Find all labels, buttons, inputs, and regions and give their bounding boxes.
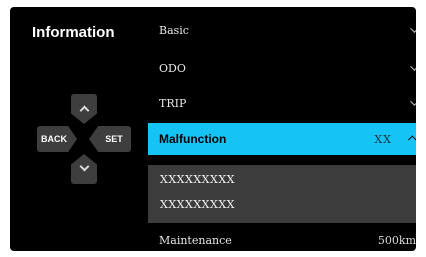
- malfunction-entry: XXXXXXXXX: [160, 198, 235, 211]
- menu-item-odo[interactable]: ODO: [148, 53, 416, 83]
- dpad-down-button[interactable]: [71, 154, 97, 184]
- menu-item-label: Basic: [159, 23, 189, 37]
- menu-item-malfunction[interactable]: Malfunction XX: [148, 123, 416, 155]
- menu-item-label: Maintenance: [159, 233, 232, 247]
- back-button[interactable]: BACK: [37, 126, 77, 152]
- malfunction-count: XX: [374, 132, 392, 146]
- chevron-down-icon: [79, 161, 89, 171]
- menu-item-label: ODO: [159, 61, 186, 75]
- dpad: BACK SET: [37, 94, 133, 186]
- menu-item-label: Malfunction: [159, 132, 227, 146]
- chevron-up-icon: [408, 135, 416, 144]
- malfunction-entry: XXXXXXXXX: [160, 173, 235, 186]
- chevron-up-icon: [79, 105, 89, 115]
- chevron-down-icon: [410, 97, 416, 106]
- chevron-down-icon: [410, 24, 416, 33]
- set-button[interactable]: SET: [89, 126, 131, 152]
- malfunction-list: XXXXXXXXX XXXXXXXXX: [148, 165, 416, 223]
- info-panel: Information BACK SET Basic ODO TRIP Malf…: [10, 7, 416, 251]
- maintenance-value: 500km: [377, 233, 416, 247]
- menu-item-basic[interactable]: Basic: [148, 15, 416, 45]
- menu-item-trip[interactable]: TRIP: [148, 88, 416, 118]
- dpad-up-button[interactable]: [71, 94, 97, 124]
- page-title: Information: [32, 24, 115, 41]
- chevron-down-icon: [410, 62, 416, 71]
- menu-item-maintenance[interactable]: Maintenance 500km: [148, 225, 416, 251]
- menu-item-label: TRIP: [159, 96, 187, 110]
- screen: Information BACK SET Basic ODO TRIP Malf…: [0, 0, 426, 257]
